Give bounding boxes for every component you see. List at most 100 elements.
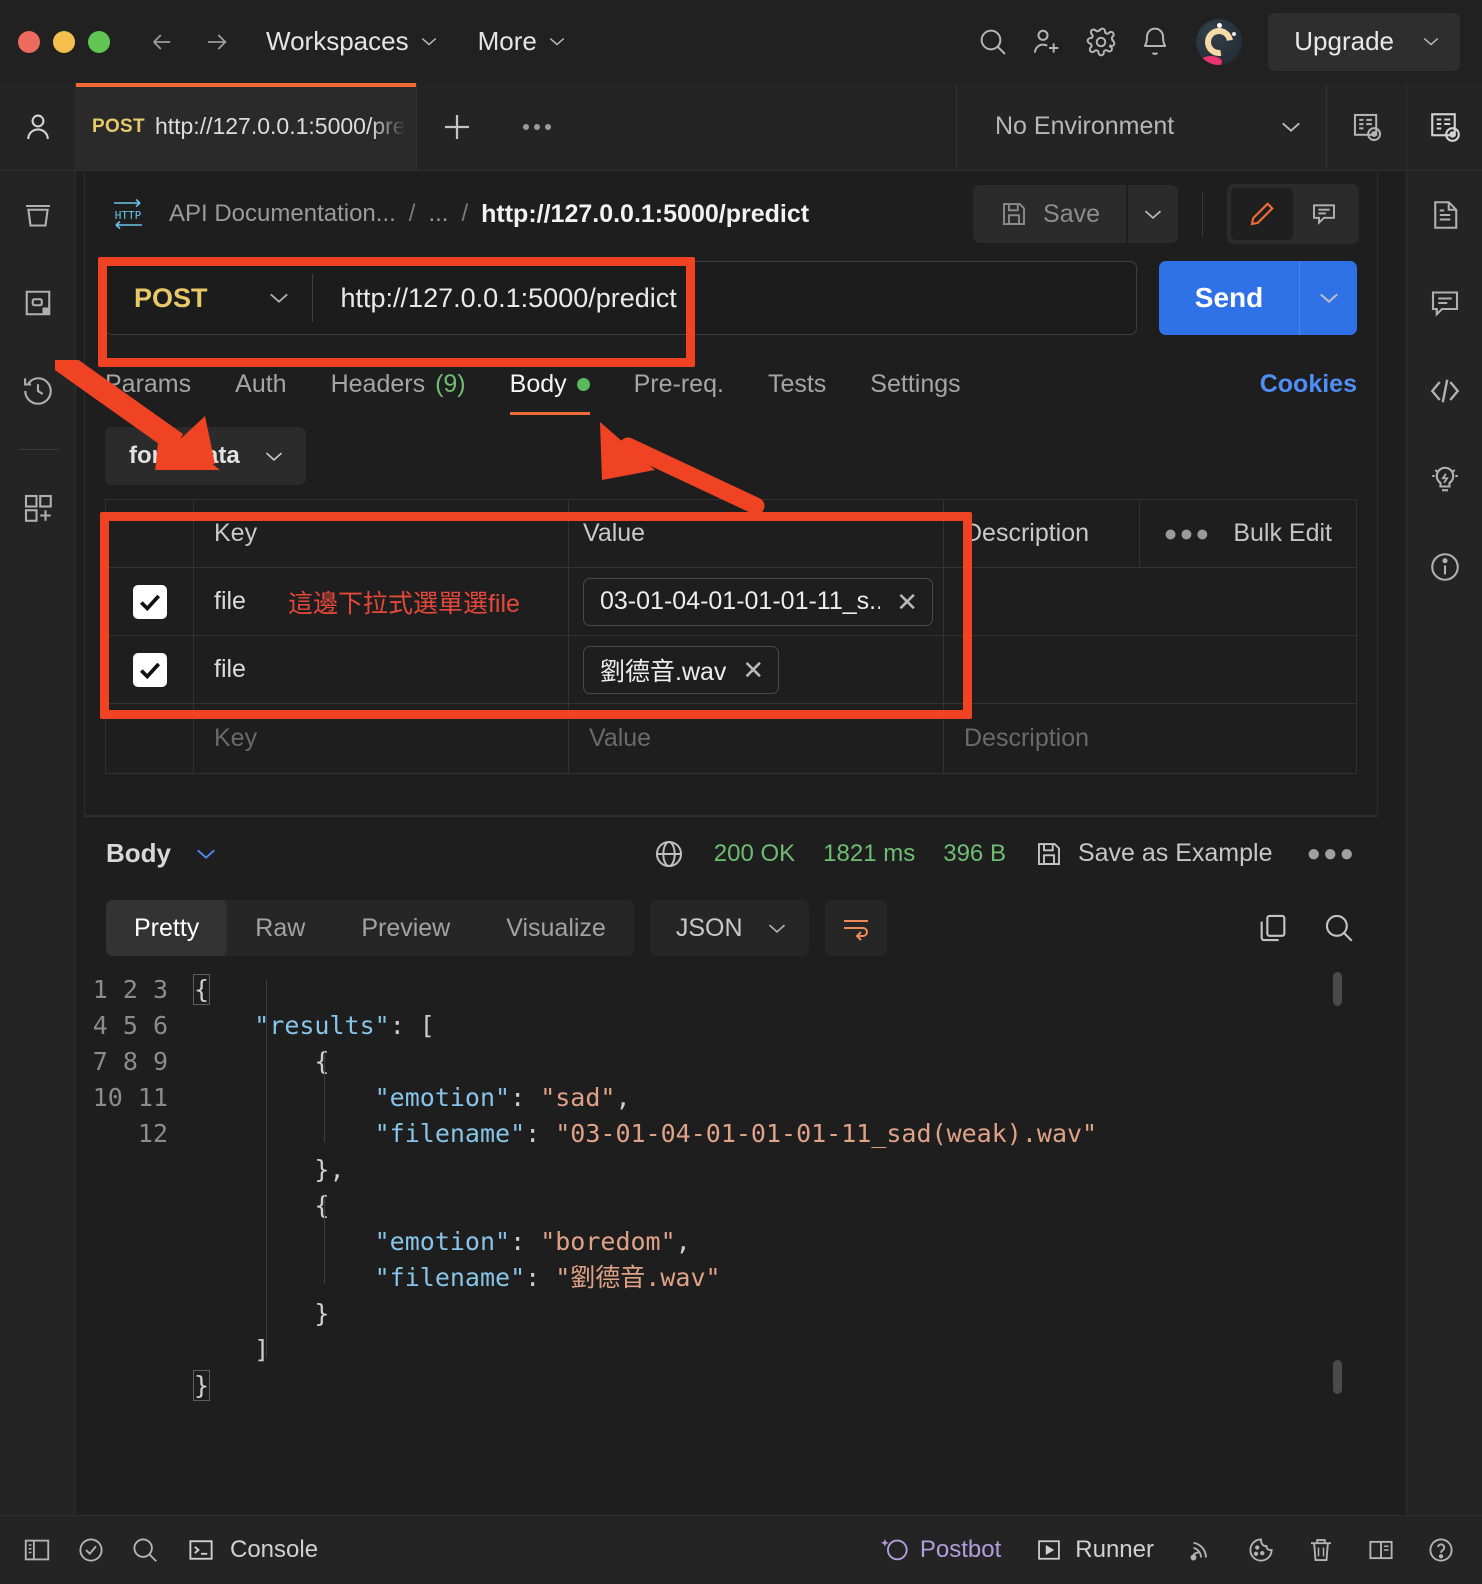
close-window-button[interactable]: [18, 30, 40, 53]
send-button[interactable]: Send: [1159, 261, 1299, 335]
body-type-selector[interactable]: form-data: [105, 427, 306, 485]
tab-pre-request[interactable]: Pre-req.: [634, 353, 724, 415]
trash-button[interactable]: [1294, 1523, 1348, 1577]
maximize-window-button[interactable]: [88, 30, 110, 53]
sidebar-item-apis[interactable]: [0, 259, 75, 347]
chevron-down-icon: [265, 452, 282, 461]
postbot-button[interactable]: Postbot: [864, 1535, 1015, 1565]
save-options-button[interactable]: [1128, 185, 1178, 243]
search-icon[interactable]: [966, 15, 1020, 69]
copy-icon[interactable]: [1256, 911, 1290, 945]
capture-requests-icon: [1190, 1541, 1207, 1561]
chevron-down-icon: [1282, 122, 1300, 132]
new-grid-icon: [24, 494, 52, 522]
edit-mode-button[interactable]: [1231, 188, 1293, 240]
line-number-gutter: 1 2 3 4 5 6 7 8 9 10 11 12: [84, 972, 184, 1404]
placeholder-key-label: Key: [214, 724, 258, 752]
rail-item-info-tips[interactable]: [1407, 435, 1482, 523]
help-button[interactable]: [1414, 1523, 1468, 1577]
tab-label: Tests: [767, 369, 827, 398]
breadcrumb-collection[interactable]: API Documentation...: [169, 200, 396, 228]
request-tab[interactable]: POST http://127.0.0.1:5000/pre: [76, 83, 417, 170]
row-checkbox[interactable]: [132, 584, 167, 619]
cookies-button[interactable]: [1234, 1523, 1288, 1577]
sidebar-item-profile[interactable]: [0, 83, 75, 171]
runner-button[interactable]: Runner: [1021, 1536, 1168, 1564]
tab-params[interactable]: Params: [105, 353, 191, 415]
tab-options-button[interactable]: [497, 83, 577, 170]
workspaces-menu[interactable]: Workspaces: [266, 26, 438, 57]
row-description-cell[interactable]: [944, 568, 1356, 635]
invite-user-icon[interactable]: [1020, 15, 1074, 69]
placeholder-description-cell[interactable]: Description: [944, 704, 1356, 773]
more-menu[interactable]: More: [478, 26, 566, 57]
environment-selector[interactable]: No Environment: [956, 83, 1326, 170]
console-button[interactable]: Console: [186, 1535, 318, 1565]
gear-icon[interactable]: [1074, 15, 1128, 69]
placeholder-key-cell[interactable]: Key: [194, 704, 569, 773]
row-key-cell[interactable]: file: [194, 636, 569, 703]
row-key-value: file: [214, 587, 246, 615]
user-avatar[interactable]: [1196, 18, 1243, 65]
tab-tests[interactable]: Tests: [768, 353, 826, 415]
arrow-right-icon[interactable]: [202, 28, 230, 56]
tab-auth[interactable]: Auth: [235, 353, 286, 415]
find-button[interactable]: [118, 1523, 172, 1577]
tab-headers[interactable]: Headers (9): [331, 353, 466, 415]
globe-icon[interactable]: [652, 837, 686, 871]
wrap-lines-icon: [843, 920, 868, 941]
row-description-cell[interactable]: [944, 636, 1356, 703]
close-icon[interactable]: ✕: [896, 589, 918, 615]
view-preview[interactable]: Preview: [333, 900, 478, 956]
response-format-selector[interactable]: JSON: [649, 900, 809, 956]
capture-requests-button[interactable]: [1174, 1523, 1228, 1577]
rail-item-comments[interactable]: [1407, 259, 1482, 347]
view-visualize[interactable]: Visualize: [478, 900, 634, 956]
tab-body[interactable]: Body: [509, 353, 590, 415]
save-button[interactable]: Save: [973, 185, 1126, 243]
environment-quick-look-button[interactable]: [1326, 83, 1406, 170]
cookies-link[interactable]: Cookies: [1260, 370, 1357, 399]
view-pretty[interactable]: Pretty: [106, 900, 228, 956]
tab-settings[interactable]: Settings: [870, 353, 960, 415]
response-body-selector[interactable]: Body: [106, 838, 217, 869]
row-checkbox-cell: [106, 568, 194, 635]
save-as-example-button[interactable]: Save as Example: [1034, 839, 1273, 869]
row-key-value: file: [214, 655, 246, 683]
breadcrumb-ellipsis[interactable]: ...: [428, 200, 448, 228]
sidebar-item-collections[interactable]: [0, 171, 75, 259]
wrap-lines-button[interactable]: [824, 900, 887, 956]
two-pane-layout-button[interactable]: [1354, 1523, 1408, 1577]
send-options-button[interactable]: [1299, 261, 1357, 335]
upgrade-button[interactable]: Upgrade: [1268, 12, 1460, 71]
rail-item-environment-quick-look[interactable]: [1407, 83, 1482, 171]
rail-item-code-snippet[interactable]: [1407, 347, 1482, 435]
bell-icon[interactable]: [1128, 15, 1182, 69]
close-icon[interactable]: ✕: [742, 657, 764, 683]
sidebar-item-add-module[interactable]: [0, 464, 75, 552]
placeholder-value-cell[interactable]: Value: [569, 704, 944, 773]
url-input[interactable]: http://127.0.0.1:5000/predict: [313, 283, 1136, 314]
http-method-selector[interactable]: POST: [106, 283, 312, 314]
row-value-cell[interactable]: 03-01-04-01-01-01-11_s... ✕: [569, 568, 944, 635]
code-scrollbar-thumb-bottom[interactable]: [1333, 1360, 1342, 1394]
minimize-window-button[interactable]: [53, 30, 75, 53]
response-more-options-icon[interactable]: ●●●: [1307, 840, 1357, 868]
more-dots-icon[interactable]: ●●●: [1164, 520, 1212, 547]
toggle-sidebar-button[interactable]: [10, 1523, 64, 1577]
arrow-left-icon[interactable]: [148, 28, 176, 56]
row-value-cell[interactable]: 劉德音.wav ✕: [569, 636, 944, 703]
search-icon[interactable]: [1322, 911, 1356, 945]
rail-item-documentation[interactable]: [1407, 171, 1482, 259]
rail-item-request-info[interactable]: [1407, 523, 1482, 611]
row-key-cell[interactable]: file 這邊下拉式選單選file: [194, 568, 569, 635]
view-raw[interactable]: Raw: [227, 900, 333, 956]
bulk-edit-button[interactable]: Bulk Edit: [1233, 519, 1332, 548]
response-body-code[interactable]: 1 2 3 4 5 6 7 8 9 10 11 12 { "results": …: [84, 966, 1378, 1515]
code-scrollbar-thumb-top[interactable]: [1333, 972, 1342, 1006]
new-tab-button[interactable]: [417, 83, 497, 170]
sidebar-item-history[interactable]: [0, 347, 75, 435]
row-checkbox[interactable]: [132, 652, 167, 687]
comment-mode-button[interactable]: [1293, 188, 1355, 240]
status-check-button[interactable]: [64, 1523, 118, 1577]
